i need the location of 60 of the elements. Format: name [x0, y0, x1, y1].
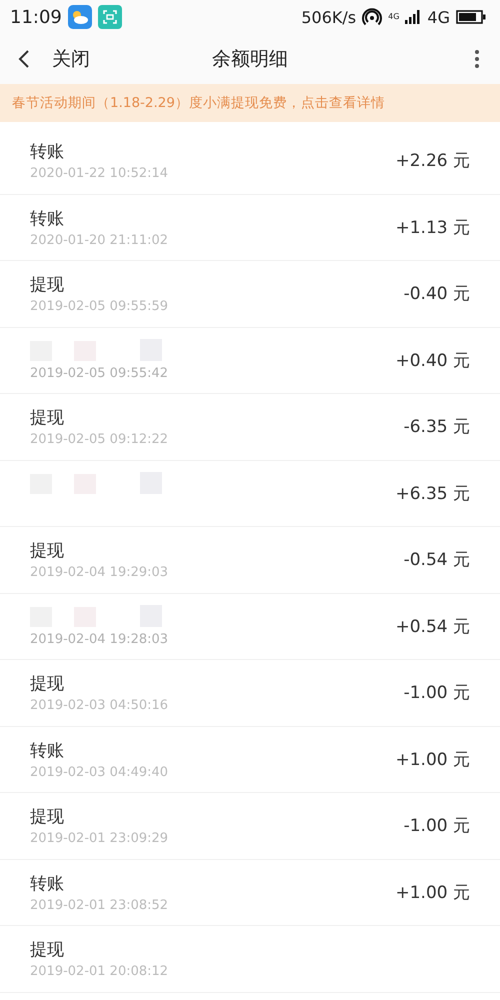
transaction-row[interactable]: 提现 2019-02-05 09:55:59 -0.40 元 — [0, 261, 500, 328]
transaction-amount: +0.40 元 — [396, 350, 470, 372]
transaction-amount: -1.00 元 — [404, 815, 470, 838]
transaction-amount: +1.00 元 — [396, 882, 470, 904]
page-title: 余额明细 — [212, 47, 288, 72]
network-speed: 506K/s — [301, 8, 356, 26]
transaction-row[interactable]: 转账 2020-01-22 10:52:14 +2.26 元 — [0, 128, 500, 194]
transaction-time: 2019-02-05 09:55:59 — [30, 299, 168, 314]
more-menu-icon[interactable] — [474, 49, 480, 69]
transaction-row[interactable]: 转账 2020-01-20 21:11:02 +1.13 元 — [0, 194, 500, 261]
transaction-type: 提现 — [30, 673, 65, 696]
transaction-type: 转账 — [30, 208, 65, 230]
transaction-row[interactable]: 提现 2019-02-01 23:09:29 -1.00 元 — [0, 793, 500, 860]
signal-icon — [405, 10, 422, 24]
battery-icon — [456, 10, 486, 24]
transaction-type: 提现 — [30, 540, 65, 562]
transaction-time: 2019-02-03 04:50:16 — [30, 698, 168, 714]
transaction-amount: +0.54 元 — [396, 616, 470, 638]
transaction-time: 2019-02-01 23:08:52 — [30, 898, 168, 913]
transaction-row[interactable]: +6.35 元 — [0, 460, 500, 527]
transaction-row[interactable]: 提现 2019-02-03 04:50:16 -1.00 元 — [0, 660, 500, 726]
transaction-type: 转账 — [30, 740, 65, 762]
transaction-amount: +2.26 元 — [396, 150, 470, 172]
network-type: 4G — [427, 8, 450, 26]
transaction-type: 转账 — [30, 141, 65, 164]
scan-icon — [98, 5, 122, 29]
back-button[interactable]: 关闭 — [18, 46, 90, 72]
transaction-amount: +6.35 元 — [396, 482, 470, 505]
transaction-time: 2019-02-04 19:28:03 — [30, 632, 170, 648]
status-time: 11:09 — [10, 6, 62, 28]
network-type-small: 4G — [388, 13, 400, 21]
transaction-amount: -1.00 元 — [404, 682, 470, 704]
transaction-amount: -6.35 元 — [404, 416, 470, 438]
transaction-row[interactable]: 2019-02-05 09:55:42 +0.40 元 — [0, 328, 500, 394]
transaction-time: 2019-02-05 09:55:42 — [30, 366, 170, 382]
transaction-time: 2019-02-03 04:49:40 — [30, 764, 168, 780]
transaction-row[interactable]: 提现 2019-02-05 09:12:22 -6.35 元 — [0, 394, 500, 460]
transaction-amount: +1.13 元 — [396, 216, 470, 239]
weather-cloud-icon — [68, 5, 92, 29]
transaction-type: 转账 — [30, 872, 65, 895]
transaction-time: 2020-01-22 10:52:14 — [30, 166, 168, 182]
transaction-time: 2019-02-05 09:12:22 — [30, 432, 168, 448]
transaction-type: 提现 — [30, 407, 65, 430]
transaction-row[interactable]: 提现 2019-02-04 19:29:03 -0.54 元 — [0, 527, 500, 594]
back-chevron-icon — [18, 49, 30, 69]
transaction-time: 2019-02-04 19:29:03 — [30, 565, 168, 580]
transaction-amount: +1.00 元 — [396, 748, 470, 771]
transaction-row[interactable]: 2019-02-04 19:28:03 +0.54 元 — [0, 594, 500, 660]
transaction-type: 提现 — [30, 806, 65, 828]
hotspot-icon — [362, 7, 382, 27]
transaction-type: 提现 — [30, 274, 65, 296]
transaction-row[interactable]: 转账 2019-02-03 04:49:40 +1.00 元 — [0, 726, 500, 793]
transaction-row[interactable]: 提现 2019-02-01 20:08:12 — [0, 926, 500, 992]
transaction-amount: -0.40 元 — [404, 283, 470, 306]
transaction-amount: -0.54 元 — [404, 549, 470, 572]
transaction-time: 2020-01-20 21:11:02 — [30, 232, 168, 248]
transaction-row[interactable]: 转账 2019-02-01 23:08:52 +1.00 元 — [0, 860, 500, 926]
transaction-time: 2019-02-01 23:09:29 — [30, 831, 168, 846]
transaction-type: 提现 — [30, 939, 65, 962]
transaction-time: 2019-02-01 20:08:12 — [30, 964, 168, 980]
